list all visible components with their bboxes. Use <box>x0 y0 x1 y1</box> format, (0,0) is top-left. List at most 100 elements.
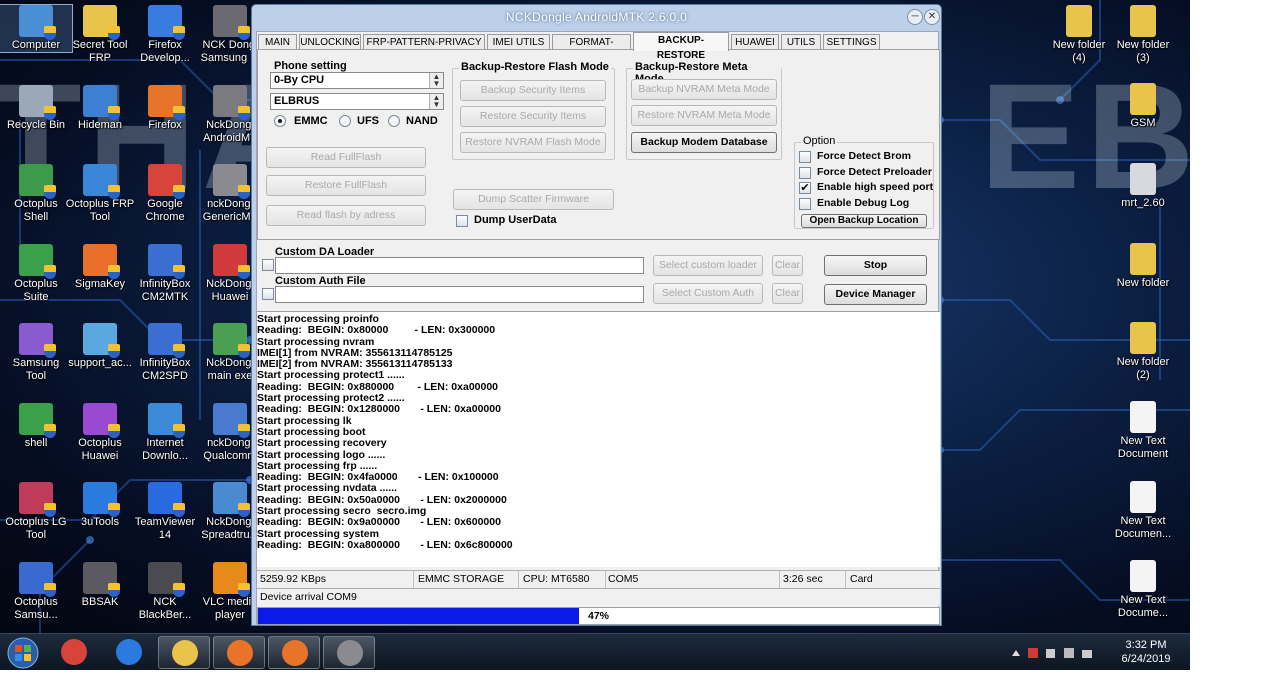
restore-fullflash-button[interactable]: Restore FullFlash <box>266 175 426 196</box>
app-icon <box>19 243 56 279</box>
backup-modem-database-button[interactable]: Backup Modem Database <box>631 132 777 153</box>
desktop-icon-label: GSM <box>1130 117 1156 129</box>
desktop-icon[interactable]: New Text Docume... <box>1107 560 1179 620</box>
radio-ufs[interactable] <box>339 115 351 127</box>
start-button[interactable] <box>2 636 44 669</box>
device-manager-button[interactable]: Device Manager <box>824 284 927 305</box>
window-title: NCKDongle AndroidMTK 2.6.0.0 <box>505 10 688 24</box>
desktop-icon[interactable]: NCK BlackBer... <box>129 561 201 622</box>
custom-auth-input[interactable] <box>275 286 644 303</box>
taskbar-chrome-button[interactable] <box>48 636 100 669</box>
shield-icon <box>108 264 120 279</box>
tab-frp-pattern-privacy[interactable]: FRP-PATTERN-PRIVACY <box>363 34 485 50</box>
log-output[interactable]: Start processing proinfo Reading: BEGIN: … <box>257 311 940 567</box>
taskbar-media-player-button[interactable] <box>213 636 265 669</box>
desktop-icon[interactable]: Octoplus Samsu... <box>0 561 72 622</box>
desktop-icon[interactable]: Computer <box>0 4 73 53</box>
desktop-icon[interactable]: InfinityBox CM2MTK <box>129 243 201 304</box>
desktop-icon[interactable]: InfinityBox CM2SPD <box>129 323 201 383</box>
desktop-icon[interactable]: Octoplus Huawei <box>64 402 136 463</box>
backup-nvram-meta-button[interactable]: Backup NVRAM Meta Mode <box>631 79 777 100</box>
select-custom-loader-button[interactable]: Select custom loader <box>653 255 763 276</box>
dump-scatter-firmware-button[interactable]: Dump Scatter Firmware <box>453 189 614 210</box>
desktop-icon[interactable]: New folder (4) <box>1043 5 1115 65</box>
open-backup-location-button[interactable]: Open Backup Location <box>801 214 927 228</box>
desktop-icon[interactable]: Secret Tool FRP <box>64 5 136 65</box>
desktop-icon[interactable]: Octoplus Suite <box>0 243 72 304</box>
tab-format-reset[interactable]: FORMAT-RESET <box>552 34 631 63</box>
desktop-icon[interactable]: Octoplus FRP Tool <box>64 164 136 224</box>
desktop-icon[interactable]: Octoplus Shell <box>0 164 72 224</box>
desktop-icon-label: Secret Tool FRP <box>72 39 128 64</box>
desktop-icon[interactable]: GSM <box>1107 83 1179 130</box>
desktop-icon[interactable]: Hideman <box>64 84 136 132</box>
desktop-icon[interactable]: 3uTools <box>64 482 136 529</box>
desktop-icon[interactable]: BBSAK <box>64 561 136 609</box>
option-checkbox-2[interactable] <box>799 166 811 179</box>
minimize-button[interactable]: ─ <box>907 9 923 25</box>
taskbar-explorer-button[interactable] <box>158 636 210 669</box>
restore-nvram-flash-button[interactable]: Restore NVRAM Flash Mode <box>460 132 606 153</box>
close-button[interactable]: ✕ <box>924 9 940 25</box>
desktop-icon[interactable]: SigmaKey <box>64 243 136 291</box>
restore-security-items-button[interactable]: Restore Security Items <box>460 106 606 127</box>
backup-security-items-button[interactable]: Backup Security Items <box>460 80 606 101</box>
desktop-icon[interactable]: TeamViewer 14 <box>129 482 201 542</box>
shield-icon <box>238 503 250 517</box>
custom-auth-clear-button[interactable]: Clear <box>772 283 803 304</box>
flash-mode-title: Backup-Restore Flash Mode <box>459 61 611 73</box>
taskbar-nck-dongle-button[interactable] <box>323 636 375 669</box>
custom-da-checkbox[interactable] <box>262 259 274 271</box>
clock-date[interactable]: 6/24/2019 <box>1108 652 1184 666</box>
tab-imei-utils[interactable]: IMEI UTILS <box>487 34 550 50</box>
taskbar-firefox-button[interactable] <box>268 636 320 669</box>
read-flash-by-address-button[interactable]: Read flash by adress <box>266 205 426 226</box>
folder-icon <box>1130 83 1156 115</box>
desktop-icon[interactable]: Firefox <box>129 84 201 132</box>
desktop-icon[interactable]: support_ac... <box>64 323 136 370</box>
app-icon <box>19 561 56 597</box>
desktop-icon[interactable]: shell <box>0 402 72 450</box>
custom-da-input[interactable] <box>275 257 644 274</box>
radio-nand-label: NAND <box>406 115 438 127</box>
desktop-icon[interactable]: New Text Document <box>1107 401 1179 461</box>
desktop-icon[interactable]: Samsung Tool <box>0 323 72 383</box>
option-checkbox-3[interactable]: ✔ <box>799 182 811 194</box>
option-checkbox-4[interactable] <box>799 197 811 210</box>
desktop-icon[interactable]: Firefox Develop... <box>129 5 201 65</box>
desktop-icon[interactable]: New folder (2) <box>1107 322 1179 382</box>
chrome-icon <box>61 639 87 665</box>
tab-huawei[interactable]: HUAWEI <box>731 34 779 50</box>
phone-setting-title: Phone setting <box>274 60 347 72</box>
tab-unlocking[interactable]: UNLOCKING <box>299 34 361 50</box>
desktop-icon[interactable]: New folder <box>1107 243 1179 290</box>
select-custom-auth-button[interactable]: Select Custom Auth <box>653 283 763 304</box>
read-fullflash-button[interactable]: Read FullFlash <box>266 147 426 168</box>
desktop-icon[interactable]: mrt_2.60 <box>1107 163 1179 210</box>
tab-settings[interactable]: SETTINGS <box>823 34 880 50</box>
desktop-icon[interactable]: New Text Documen... <box>1107 481 1179 541</box>
custom-auth-checkbox[interactable] <box>262 288 274 300</box>
tab-utils[interactable]: UTILS <box>781 34 821 50</box>
restore-nvram-meta-button[interactable]: Restore NVRAM Meta Mode <box>631 105 777 126</box>
desktop-icon[interactable]: Google Chrome <box>129 164 201 224</box>
window-client: MAIN UNLOCKING FRP-PATTERN-PRIVACY IMEI UTI… <box>256 31 940 625</box>
dump-userdata-checkbox[interactable] <box>456 215 468 227</box>
option-checkbox-1[interactable] <box>799 151 811 163</box>
clock-time[interactable]: 3:32 PM <box>1108 638 1184 652</box>
desktop-icon[interactable]: Internet Downlo... <box>129 402 201 463</box>
taskbar-ie-button[interactable] <box>103 636 155 669</box>
radio-nand[interactable] <box>388 115 400 127</box>
tab-main[interactable]: MAIN <box>258 34 297 50</box>
desktop-icon[interactable]: New folder (3) <box>1107 5 1179 65</box>
radio-emmc[interactable] <box>274 115 286 127</box>
shield-icon <box>238 105 250 120</box>
cpu-select[interactable]: 0-By CPU ▲ ▼ <box>270 72 444 89</box>
custom-da-clear-button[interactable]: Clear <box>772 255 803 276</box>
stop-button[interactable]: Stop <box>824 255 927 276</box>
desktop-icon[interactable]: Octoplus LG Tool <box>0 482 72 542</box>
model-select[interactable]: ELBRUS ▲ ▼ <box>270 93 444 110</box>
option-label-4: Enable Debug Log <box>817 196 910 209</box>
tab-backup-restore[interactable]: BACKUP-RESTORE <box>633 32 729 61</box>
desktop-icon[interactable]: Recycle Bin <box>0 84 72 132</box>
